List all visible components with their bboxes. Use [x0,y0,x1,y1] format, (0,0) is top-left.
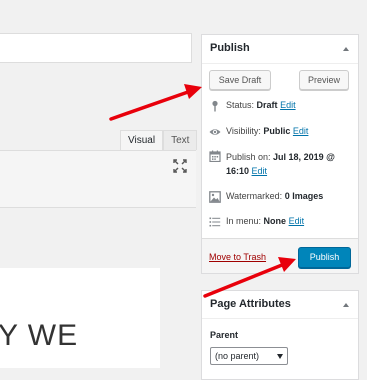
tab-visual[interactable]: Visual [120,130,164,150]
chevron-up-icon[interactable] [343,303,349,307]
editor-toolbar [0,150,196,208]
publish-box: Publish Save Draft Preview Status: Draft… [201,34,359,274]
parent-select-value: (no parent) [215,351,260,361]
list-icon [209,217,221,227]
in-menu-value: None [263,216,287,226]
edit-publish-date-link[interactable]: Edit [252,166,268,176]
save-draft-button[interactable]: Save Draft [209,70,271,90]
edit-status-link[interactable]: Edit [280,100,296,110]
chevron-up-icon[interactable] [343,47,349,51]
chevron-down-icon [277,354,283,359]
visibility-row: Visibility: Public Edit [209,125,308,138]
fullscreen-icon[interactable] [171,157,189,175]
calendar-icon [209,150,221,162]
publish-date-value: Jul 18, 2019 @ [273,152,335,162]
move-to-trash-link[interactable]: Move to Trash [209,252,266,262]
status-value: Draft [256,100,278,110]
eye-icon [209,128,221,135]
publish-box-header[interactable]: Publish [202,35,358,64]
page-attributes-header[interactable]: Page Attributes [202,291,358,319]
publish-date-row: Publish on: Jul 18, 2019 @ 16:10 Edit [209,150,335,178]
parent-label: Parent [210,330,239,340]
watermarked-label: Watermarked: [226,191,283,201]
parent-select[interactable]: (no parent) [210,347,288,365]
preview-button[interactable]: Preview [299,70,349,90]
publish-time-value: 16:10 [226,166,250,176]
status-row: Status: Draft Edit [209,99,296,112]
publish-button[interactable]: Publish [298,247,351,268]
arrow-to-save-draft [109,84,202,121]
publish-date-text: Publish on: Jul 18, 2019 @ 16:10 Edit [226,150,335,178]
image-icon [209,190,221,203]
publish-box-title: Publish [210,42,250,54]
publish-on-label: Publish on: [226,152,271,162]
watermarked-value: 0 Images [284,191,324,201]
status-label: Status: [226,100,255,110]
editor-content-text: Y WE [0,319,79,352]
visibility-value: Public [263,126,291,136]
watermarked-row: Watermarked: 0 Images [209,190,323,203]
post-title-input[interactable] [0,33,192,63]
edit-menu-link[interactable]: Edit [289,216,305,226]
in-menu-label: In menu: [226,216,262,226]
page-attributes-box: Page Attributes Parent (no parent) [201,290,359,380]
in-menu-row: In menu: None Edit [209,215,304,228]
tab-text[interactable]: Text [163,130,198,150]
editor-tabs: Visual Text [120,130,198,150]
visibility-label: Visibility: [226,126,261,136]
pin-icon [212,100,218,112]
major-publishing-actions: Move to Trash Publish [202,238,358,273]
edit-visibility-link[interactable]: Edit [293,126,309,136]
page-attributes-title: Page Attributes [210,298,291,310]
